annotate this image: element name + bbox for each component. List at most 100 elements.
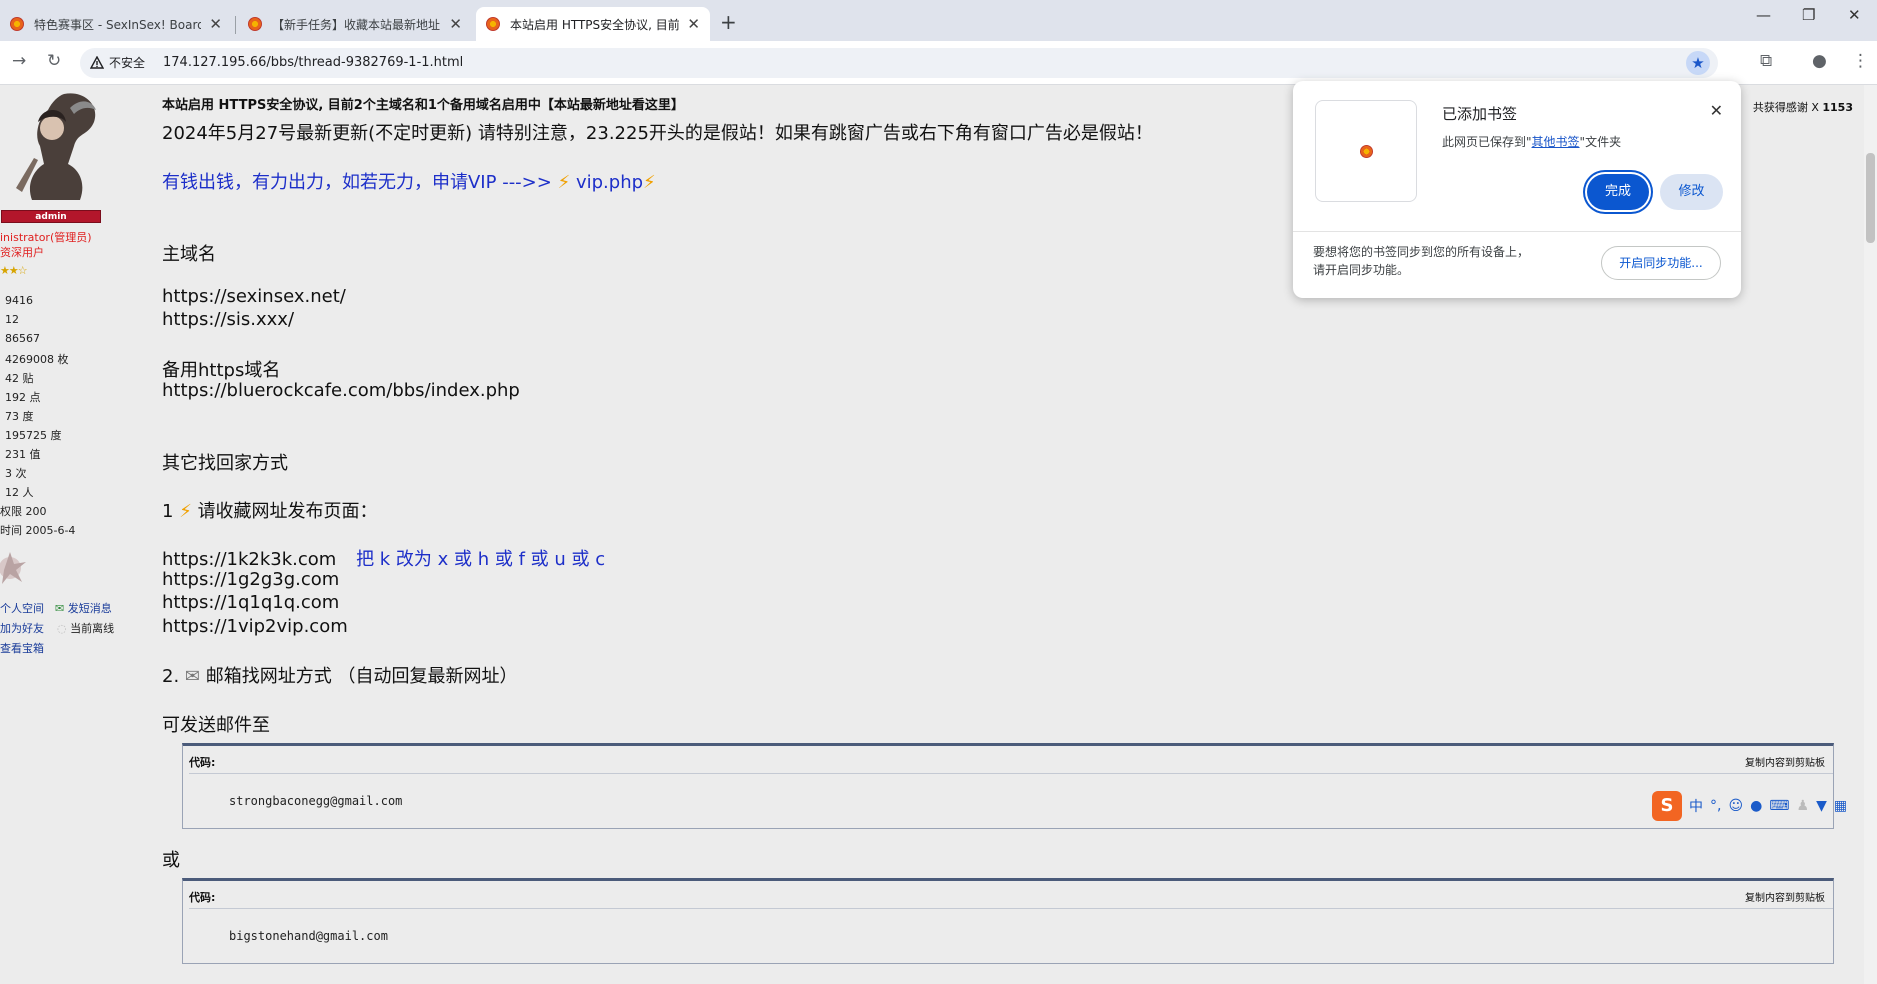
admin-badge: admin	[1, 210, 101, 223]
add-friend-link[interactable]: 加为好友	[0, 620, 44, 636]
tab-title: 【新手任务】收藏本站最新地址	[272, 17, 441, 32]
stat-posts-2: 42 贴	[5, 372, 34, 385]
user-avatar[interactable]	[8, 88, 100, 206]
bookmark-folder-link[interactable]: 其他书签	[1532, 135, 1580, 149]
online-status-label: 当前离线	[70, 622, 115, 635]
profile-icon[interactable]: ●	[1812, 51, 1827, 71]
stat-register-time: 时间 2005-6-4	[0, 524, 76, 537]
main-domain-heading: 主域名	[162, 244, 216, 265]
site-link[interactable]: https://1q1q1q.com	[162, 592, 339, 613]
lightning-icon: ⚡	[179, 501, 192, 522]
stat-credits: 192 点	[5, 391, 41, 404]
tab-forum-board[interactable]: 特色赛事区 - SexInSex! Board ✕	[0, 7, 232, 41]
step-1-number: 1	[162, 501, 174, 522]
code-label: 代码:	[189, 891, 216, 904]
ime-mode-toggle[interactable]: 中	[1689, 796, 1703, 816]
step-1-text: 请收藏网址发布页面：	[197, 501, 378, 522]
tab-title: 本站启用 HTTPS安全协议, 目前	[510, 17, 680, 32]
popup-title: 已添加书签	[1442, 105, 1518, 123]
other-methods-heading: 其它找回家方式	[162, 453, 288, 474]
popup-desc-suffix: "文件夹	[1579, 135, 1622, 149]
code-block: 代码: 复制内容到剪贴板 bigstonehand@gmail.com	[182, 878, 1834, 964]
url-text[interactable]: 174.127.195.66/bbs/thread-9382769-1-1.ht…	[163, 55, 463, 70]
sync-prompt: 要想将您的书签同步到您的所有设备上，请开启同步功能。	[1313, 245, 1530, 277]
main-domain-link[interactable]: https://sis.xxx/	[162, 309, 294, 330]
tab-strip: 特色赛事区 - SexInSex! Board ✕ 【新手任务】收藏本站最新地址…	[0, 0, 1877, 41]
step-2-number: 2.	[162, 666, 180, 687]
copy-to-clipboard-link[interactable]: 复制内容到剪贴板	[1745, 754, 1825, 769]
tab-close-icon[interactable]: ✕	[449, 15, 462, 33]
author-sidebar: admin inistrator(管理员) 资深用户 ★★☆ 9416 12 8…	[0, 85, 150, 984]
backup-domain-link[interactable]: https://bluerockcafe.com/bbs/index.php	[162, 380, 520, 401]
site-favicon-icon	[10, 17, 24, 31]
medal-icon	[0, 552, 26, 584]
page-thumbnail	[1315, 100, 1417, 202]
address-bar[interactable]: 不安全 174.127.195.66/bbs/thread-9382769-1-…	[80, 48, 1718, 78]
bookmark-star-icon[interactable]: ★	[1686, 51, 1710, 75]
site-link[interactable]: https://1vip2vip.com	[162, 616, 348, 637]
close-window-button[interactable]: ✕	[1848, 6, 1861, 24]
thanks-label: 共获得感谢 X	[1752, 101, 1823, 114]
vip-link[interactable]: vip.php	[576, 172, 643, 193]
site-favicon-icon	[1360, 145, 1373, 158]
site-link[interactable]: https://1k2k3k.com	[162, 549, 336, 570]
user-icon[interactable]: ♟	[1797, 798, 1810, 814]
tab-close-icon[interactable]: ✕	[687, 15, 700, 33]
main-domain-link[interactable]: https://sexinsex.net/	[162, 286, 346, 307]
send-message-link[interactable]: ✉ 发短消息	[55, 600, 112, 616]
minimize-button[interactable]: —	[1756, 6, 1771, 24]
stat-times: 3 次	[5, 467, 27, 480]
vip-text: 有钱出钱，有力出力，如若无力，申请VIP --->>	[162, 172, 552, 193]
view-treasure-link[interactable]: 查看宝箱	[0, 640, 44, 656]
user-group: 资深用户	[0, 246, 44, 259]
stat-posts: 9416	[5, 294, 33, 307]
done-button[interactable]: 完成	[1587, 174, 1649, 210]
email-address: strongbaconegg@gmail.com	[229, 794, 403, 808]
ime-toolbar[interactable]: S 中 °, ☺ ● ⌨ ♟ ▼ ▦	[1652, 790, 1877, 822]
edit-button[interactable]: 修改	[1660, 174, 1723, 210]
warning-icon	[90, 56, 104, 69]
toolbox-icon[interactable]: ▦	[1834, 798, 1847, 814]
enable-sync-button[interactable]: 开启同步功能...	[1601, 246, 1721, 280]
step-1: 1 ⚡ 请收藏网址发布页面：	[162, 497, 378, 523]
site-security-chip[interactable]: 不安全	[90, 54, 145, 71]
punctuation-icon[interactable]: °,	[1710, 798, 1721, 814]
restore-button[interactable]: ❐	[1802, 6, 1815, 24]
reload-icon[interactable]: ↻	[47, 51, 61, 71]
site-favicon-icon	[248, 17, 262, 31]
update-notice: 2024年5月27号最新更新(不定时更新) 请特别注意，23.225开头的是假站…	[162, 123, 1153, 144]
keyboard-icon[interactable]: ⌨	[1769, 798, 1789, 814]
thanks-number: 1153	[1822, 101, 1853, 114]
tab-close-icon[interactable]: ✕	[209, 15, 222, 33]
thanks-count: 共获得感谢 X 1153	[1753, 99, 1853, 115]
stat-coins: 4269008 枚	[5, 353, 69, 366]
divider	[189, 908, 1833, 909]
scrollbar-thumb[interactable]	[1866, 153, 1875, 243]
new-tab-button[interactable]: +	[720, 10, 737, 34]
personal-space-link[interactable]: 个人空间	[0, 600, 44, 616]
page-scrollbar[interactable]	[1864, 85, 1877, 984]
step-2-text: 邮箱找网址方式 （自动回复最新网址）	[205, 666, 518, 687]
copy-to-clipboard-link[interactable]: 复制内容到剪贴板	[1745, 889, 1825, 904]
extensions-icon[interactable]: ⧉	[1760, 51, 1772, 71]
popup-description: 此网页已保存到"其他书签"文件夹	[1442, 133, 1621, 150]
sogou-logo-icon[interactable]: S	[1652, 791, 1682, 821]
forward-icon[interactable]: →	[12, 51, 26, 71]
emoji-icon[interactable]: ☺	[1728, 798, 1743, 814]
stat-degree: 73 度	[5, 410, 34, 423]
tab-current-thread[interactable]: 本站启用 HTTPS安全协议, 目前 ✕	[476, 7, 710, 41]
microphone-icon[interactable]: ●	[1750, 798, 1762, 814]
close-icon[interactable]: ✕	[1710, 101, 1723, 120]
insecure-label: 不安全	[109, 56, 146, 70]
offline-icon: ◌	[57, 622, 67, 635]
step-2: 2. ✉ 邮箱找网址方式 （自动回复最新网址）	[162, 662, 517, 688]
or-text: 或	[162, 850, 180, 871]
skin-icon[interactable]: ▼	[1816, 798, 1827, 814]
popup-desc-prefix: 此网页已保存到"	[1442, 135, 1532, 149]
bookmark-added-popup: 已添加书签 此网页已保存到"其他书签"文件夹 ✕ 完成 修改 要想将您的书签同步…	[1293, 81, 1741, 298]
menu-icon[interactable]: ⋮	[1852, 51, 1869, 71]
site-replace-note: 把 k 改为 x 或 h 或 f 或 u 或 c	[356, 549, 606, 570]
site-link[interactable]: https://1g2g3g.com	[162, 569, 339, 590]
backup-domain-heading: 备用https域名	[162, 360, 281, 381]
tab-newbie-task[interactable]: 【新手任务】收藏本站最新地址 ✕	[238, 7, 472, 41]
